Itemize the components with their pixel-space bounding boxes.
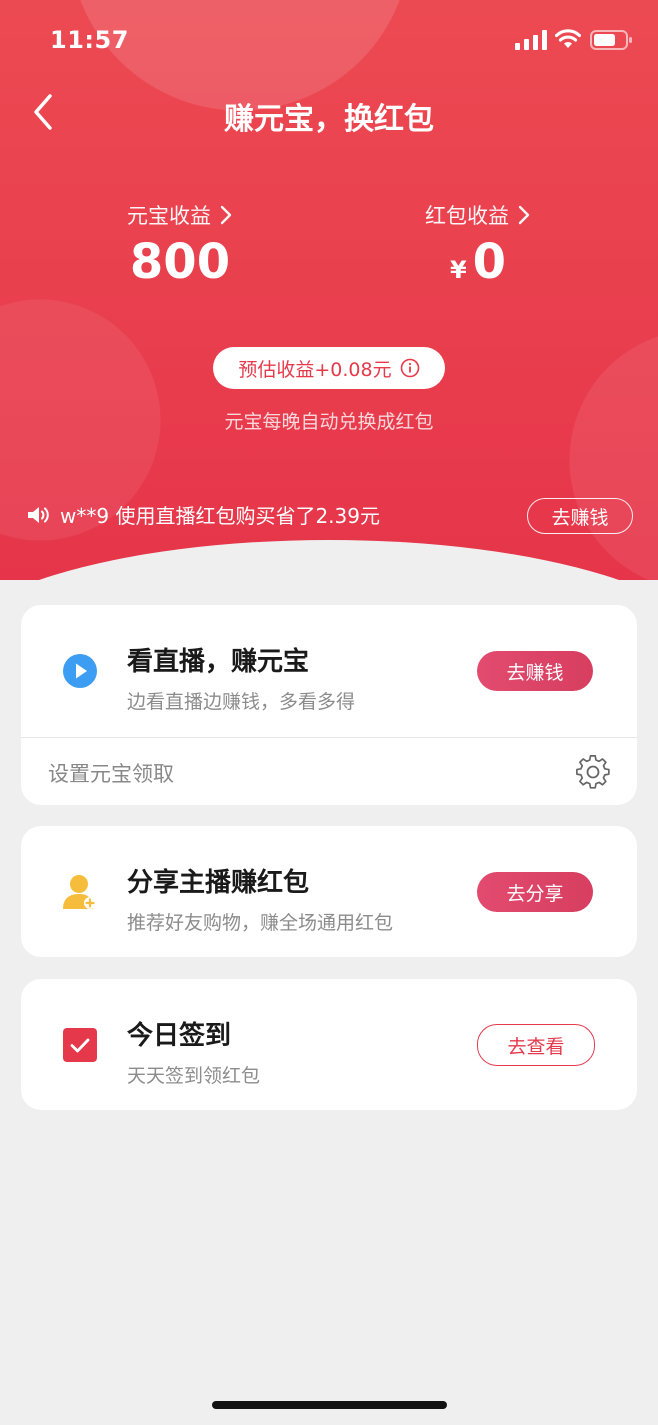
yuanbao-setting-row[interactable]: 设置元宝领取	[21, 738, 637, 805]
play-icon	[63, 654, 97, 688]
task-card-checkin: 今日签到 天天签到领红包 去查看	[21, 979, 637, 1110]
estimate-label: 预估收益+0.08元	[238, 358, 392, 381]
task-subtitle: 推荐好友购物，赚全场通用红包	[127, 912, 394, 934]
wifi-icon	[555, 29, 581, 48]
battery-icon	[590, 30, 632, 50]
yuanbao-stat-value: 800	[129, 234, 231, 290]
redpacket-stat[interactable]: 红包收益 ¥ 0	[358, 200, 598, 290]
task-title: 今日签到	[127, 1021, 232, 1051]
yuanbao-stat[interactable]: 元宝收益 800	[60, 200, 300, 290]
chevron-right-icon	[518, 205, 530, 225]
home-indicator[interactable]	[212, 1401, 447, 1409]
task-subtitle: 边看直播边赚钱，多看多得	[127, 691, 356, 713]
currency-symbol: ¥	[449, 256, 467, 284]
header-curve	[0, 540, 658, 580]
checkbox-icon	[63, 1028, 97, 1062]
setting-label: 设置元宝领取	[48, 762, 174, 786]
auto-exchange-note: 元宝每晚自动兑换成红包	[224, 411, 434, 433]
task-row: 分享主播赚红包 推荐好友购物，赚全场通用红包 去分享	[21, 826, 637, 957]
yuanbao-stat-label: 元宝收益	[127, 204, 211, 228]
gear-icon[interactable]	[575, 754, 611, 790]
view-checkin-button[interactable]: 去查看	[477, 1024, 595, 1066]
page-title: 赚元宝，换红包	[224, 102, 434, 137]
yuanbao-stat-label-row: 元宝收益	[127, 200, 233, 230]
ticker-text: w**9 使用直播红包购买省了2.39元	[60, 504, 380, 528]
user-add-icon	[63, 875, 96, 909]
signal-icon	[515, 30, 547, 50]
speaker-icon	[28, 506, 49, 523]
task-card-watch-live: 看直播，赚元宝 边看直播边赚钱，多看多得 去赚钱 设置元宝领取	[21, 605, 637, 805]
task-title: 分享主播赚红包	[127, 868, 310, 898]
status-time: 11:57	[50, 26, 129, 54]
watch-live-earn-button[interactable]: 去赚钱	[477, 651, 593, 691]
task-card-share: 分享主播赚红包 推荐好友购物，赚全场通用红包 去分享	[21, 826, 637, 957]
task-row: 看直播，赚元宝 边看直播边赚钱，多看多得 去赚钱	[21, 605, 637, 736]
info-icon	[400, 358, 419, 378]
task-row: 今日签到 天天签到领红包 去查看	[21, 979, 637, 1110]
redpacket-stat-value: 0	[472, 234, 507, 290]
share-button[interactable]: 去分享	[477, 872, 593, 912]
estimate-pill[interactable]: 预估收益+0.08元	[213, 347, 445, 389]
redpacket-stat-label-row: 红包收益	[425, 200, 531, 230]
task-subtitle: 天天签到领红包	[127, 1065, 261, 1087]
chevron-right-icon	[220, 205, 232, 225]
ticker-earn-button[interactable]: 去赚钱	[527, 498, 633, 534]
status-bar: 11:57	[0, 0, 658, 80]
ticker: w**9 使用直播红包购买省了2.39元	[26, 500, 380, 529]
redpacket-stat-value-row: ¥ 0	[358, 234, 598, 290]
task-title: 看直播，赚元宝	[127, 647, 310, 677]
yuanbao-stat-value-row: 800	[60, 234, 300, 290]
header: 11:57 赚元宝，换红包 元宝收益 800 红包收益 ¥ 0 预估收益+0.0…	[0, 0, 658, 580]
redpacket-stat-label: 红包收益	[425, 204, 509, 228]
page: 11:57 赚元宝，换红包 元宝收益 800 红包收益 ¥ 0 预估收益+0.0…	[0, 0, 658, 1425]
